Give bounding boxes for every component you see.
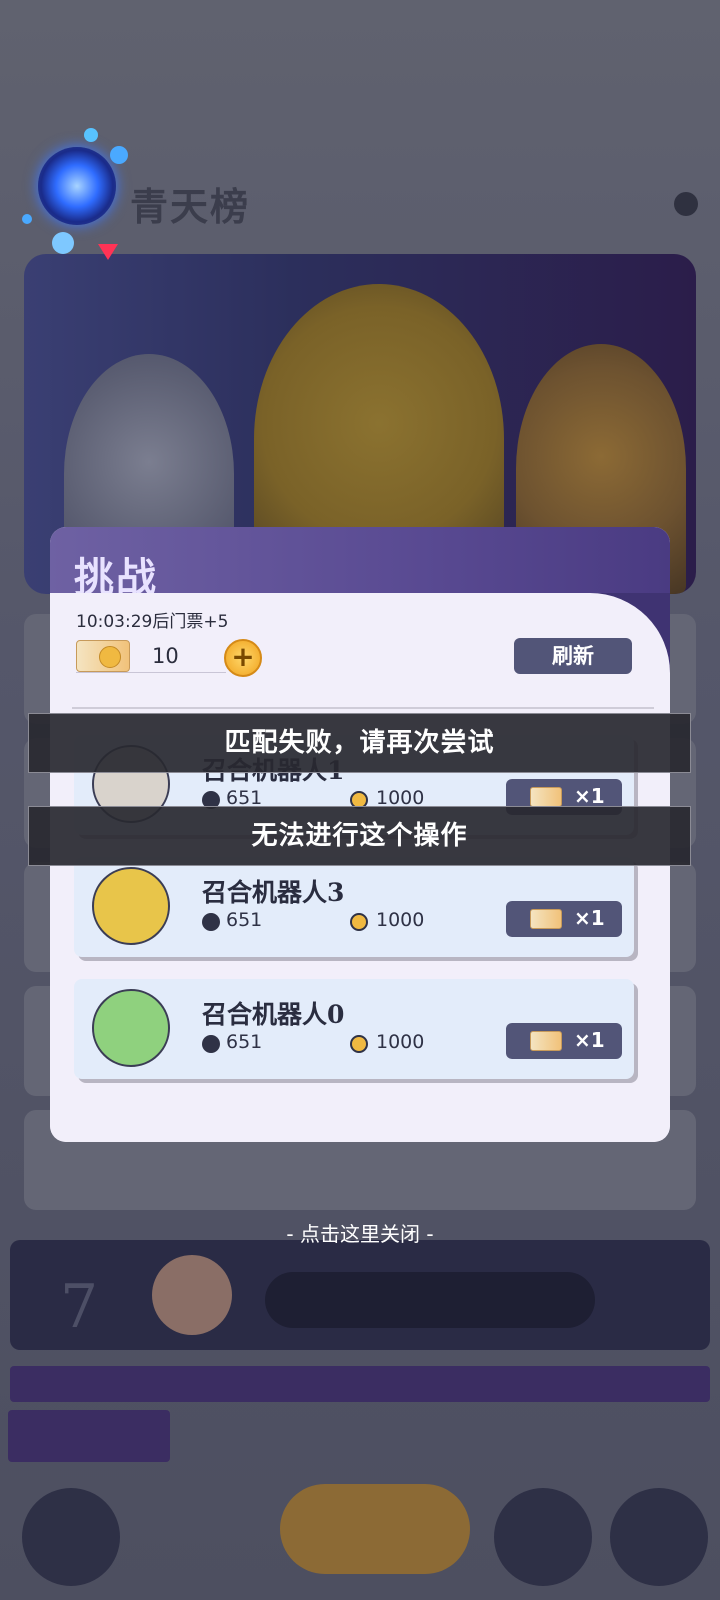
opponent-card[interactable]: 召合机器人3 651 1000 ×1 <box>74 857 634 957</box>
ticket-counter: 10 <box>76 640 226 673</box>
coin-icon <box>350 913 368 931</box>
opponent-power: 651 <box>226 909 263 931</box>
challenge-cost-button[interactable]: ×1 <box>506 901 622 937</box>
add-ticket-button[interactable]: + <box>224 639 262 677</box>
challenge-button <box>280 1484 470 1574</box>
cost-label: ×1 <box>574 784 605 808</box>
list-divider <box>72 707 654 709</box>
cost-label: ×1 <box>574 906 605 930</box>
my-avatar <box>152 1255 232 1335</box>
settings-icon <box>674 192 698 216</box>
opponent-avatar <box>92 867 170 945</box>
opponent-power: 651 <box>226 1031 263 1053</box>
ticket-icon <box>530 1031 562 1051</box>
cost-label: ×1 <box>574 1028 605 1052</box>
floating-assist-orb[interactable] <box>38 147 116 225</box>
leaderboard-title: 青天榜 <box>130 184 251 229</box>
back-button <box>22 1488 120 1586</box>
opponent-name: 召合机器人0 <box>202 1000 345 1029</box>
opponent-card[interactable]: 召合机器人0 651 1000 ×1 <box>74 979 634 1079</box>
shop-button <box>610 1488 708 1586</box>
orb-particle <box>22 214 32 224</box>
ticket-icon <box>530 787 562 807</box>
my-score-pill <box>265 1272 595 1328</box>
coin-icon <box>350 1035 368 1053</box>
refresh-button[interactable]: 刷新 <box>514 638 632 674</box>
toast-cannot-perform: 无法进行这个操作 <box>28 806 691 866</box>
ticket-count: 10 <box>152 644 179 668</box>
ticket-timer: 10:03:29后门票+5 <box>76 612 229 632</box>
orb-particle <box>98 244 118 260</box>
ticket-icon <box>76 640 130 672</box>
power-icon <box>202 1035 220 1053</box>
close-hint[interactable]: - 点击这里关闭 - <box>0 1218 720 1247</box>
opponent-avatar <box>92 989 170 1067</box>
orb-particle <box>84 128 98 142</box>
ticket-icon <box>530 909 562 929</box>
challenge-cost-button[interactable]: ×1 <box>506 1023 622 1059</box>
record-button <box>494 1488 592 1586</box>
orb-particle <box>52 232 74 254</box>
my-rank-number: 7 <box>60 1272 99 1342</box>
power-icon <box>202 913 220 931</box>
progress-bar <box>10 1366 710 1402</box>
toast-match-failed: 匹配失败，请再次尝试 <box>28 713 691 773</box>
tag-label <box>8 1410 170 1462</box>
opponent-coins: 1000 <box>376 909 425 931</box>
opponent-coins: 1000 <box>376 1031 425 1053</box>
orb-particle <box>110 146 128 164</box>
opponent-name: 召合机器人3 <box>202 878 345 907</box>
